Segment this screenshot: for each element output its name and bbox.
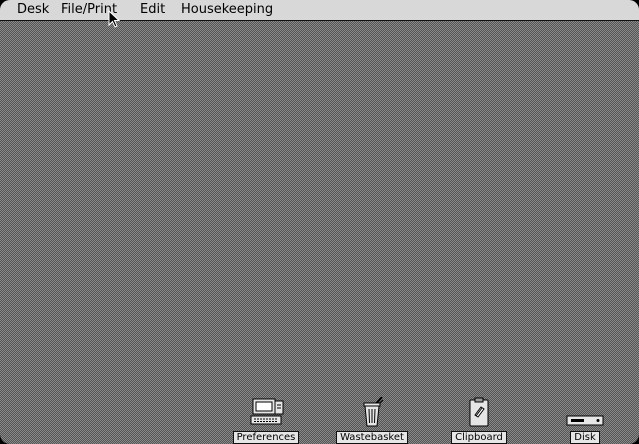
desktop-icon-wastebasket[interactable]: Wastebasket [327,397,417,444]
desktop-screen: Desk File/Print Edit Housekeeping Prefer… [0,0,639,444]
icon-label-disk[interactable]: Disk [570,431,600,444]
clipboard-icon [469,397,489,427]
menu-edit[interactable]: Edit [140,2,165,18]
menu-housekeeping[interactable]: Housekeeping [181,2,273,18]
desktop-icon-clipboard[interactable]: Clipboard [434,397,524,444]
icon-label-preferences[interactable]: Preferences [232,431,300,444]
desktop-icon-disk[interactable]: Disk [540,397,630,444]
wastebasket-icon [363,397,384,427]
disk-icon [566,415,604,426]
mouse-pointer-icon [108,10,120,28]
computer-icon [250,398,284,425]
icon-label-clipboard[interactable]: Clipboard [451,431,507,444]
menu-desk[interactable]: Desk [17,2,49,18]
desktop-icon-preferences[interactable]: Preferences [221,397,311,444]
menu-bar: Desk File/Print Edit Housekeeping [0,0,639,21]
icon-label-wastebasket[interactable]: Wastebasket [336,431,408,444]
